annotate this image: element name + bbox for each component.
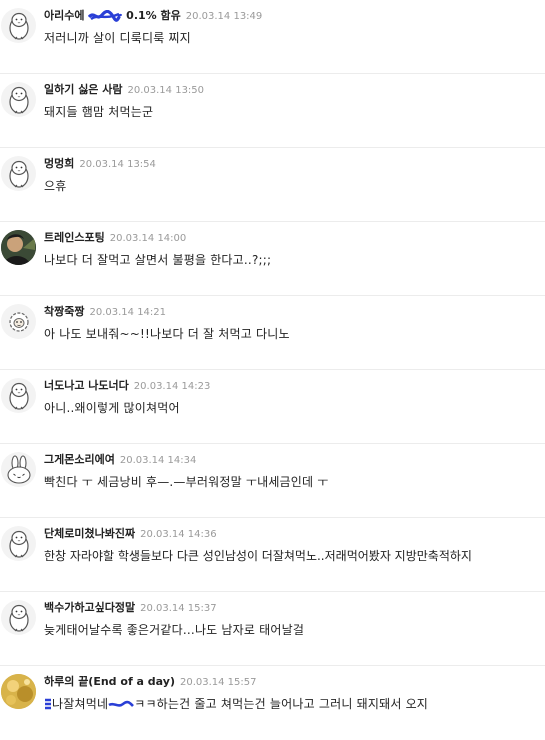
nickname[interactable]: 트레인스포팅 [44,231,105,244]
rabbit-icon[interactable] [1,452,36,487]
comment-text: 빡친다 ㅜ 세금낭비 후—.—부러워정말 ㅜ내세금인데 ㅜ [44,475,329,489]
comment-item: 그게몬소리에여 20.03.14 14:34 빡친다 ㅜ 세금낭비 후—.—부러워… [0,444,545,518]
comment-text: 늦게태어날수록 좋은거같다...나도 남자로 태어날걸 [44,623,305,637]
comment-meta: 착짱죽짱 20.03.14 14:21 [44,300,166,319]
photo-avatar[interactable] [1,230,36,265]
penguin-icon[interactable] [1,156,36,191]
timestamp: 20.03.14 15:37 [140,603,217,614]
comment-item: 백수가하고싶다정말 20.03.14 15:37 늦게태어날수록 좋은거같다...… [0,592,545,666]
comment-text: 저러니까 살이 디룩디룩 찌지 [44,31,191,45]
comment-meta: 하루의 끝(End of a day) 20.03.14 15:57 [44,670,257,689]
comment-item: 하루의 끝(End of a day) 20.03.14 15:57 나잘쳐먹네 ㅋ… [0,666,545,740]
timestamp: 20.03.14 13:50 [127,85,205,96]
comment-text: 아니..왜이렇게 많이쳐먹어 [44,401,180,415]
comment-text-part: ㅋㅋ하는건 줄고 쳐먹는건 늘어나고 그러니 돼지돼서 오지 [134,697,429,711]
nickname[interactable]: 하루의 끝(End of a day) [44,675,175,688]
timestamp: 20.03.14 15:57 [179,677,257,688]
sheep-icon[interactable] [1,304,36,339]
timestamp: 20.03.14 13:49 [185,11,263,22]
penguin-icon[interactable] [1,378,36,413]
scribble-redaction [88,10,123,22]
gold-photo-avatar[interactable] [1,674,36,709]
nickname[interactable]: 단체로미쳤나봐진짜 [44,527,135,540]
comment-meta: 그게몬소리에여 20.03.14 14:34 [44,448,196,467]
comment-meta: 아리수에 0.1% 함유 20.03.14 13:49 [44,4,262,23]
comment-item: 착짱죽짱 20.03.14 14:21 아 나도 보내줘~~!!나보다 더 잘 처… [0,296,545,370]
nickname[interactable]: 착짱죽짱 [44,305,84,318]
comment-item: 멍멍희 20.03.14 13:54 으휴 [0,148,545,222]
comment-text: 돼지들 햄맘 처먹는군 [44,105,154,119]
nickname[interactable]: 그게몬소리에여 [44,453,115,466]
comment-text: 으휴 [44,179,67,193]
penguin-icon[interactable] [1,600,36,635]
timestamp: 20.03.14 14:34 [119,455,197,466]
comment-item: 일하기 싫은 사람 20.03.14 13:50 돼지들 햄맘 처먹는군 [0,74,545,148]
comment-meta: 일하기 싫은 사람 20.03.14 13:50 [44,78,204,97]
comment-text: 한창 자라야할 학생들보다 다큰 성인남성이 더잘쳐먹노..저래먹어봤자 지방만… [44,549,472,563]
comment-list: 아리수에 0.1% 함유 20.03.14 13:49 저러니까 살이 디룩디룩 … [0,0,545,739]
penguin-icon[interactable] [1,82,36,117]
comment-meta: 너도나고 나도너다 20.03.14 14:23 [44,374,210,393]
penguin-icon[interactable] [1,8,36,43]
comment-item: 트레인스포팅 20.03.14 14:00 나보다 더 잘먹고 살면서 불평을 한… [0,222,545,296]
comment-item: 너도나고 나도너다 20.03.14 14:23 아니..왜이렇게 많이쳐먹어 [0,370,545,444]
comment-meta: 백수가하고싶다정말 20.03.14 15:37 [44,596,217,615]
comment-meta: 트레인스포팅 20.03.14 14:00 [44,226,186,245]
nickname[interactable]: 백수가하고싶다정말 [44,601,135,614]
nickname[interactable]: 너도나고 나도너다 [44,379,129,392]
nickname-part: 아리수에 [44,9,85,22]
timestamp: 20.03.14 14:36 [140,529,217,540]
nickname[interactable]: 멍멍희 [44,157,74,170]
scribble-redaction [45,698,51,710]
comment-text: 나보다 더 잘먹고 살면서 불평을 한다고..?;;; [44,253,272,267]
scribble-redaction [108,700,135,707]
comment-meta: 멍멍희 20.03.14 13:54 [44,152,156,171]
comment-item: 아리수에 0.1% 함유 20.03.14 13:49 저러니까 살이 디룩디룩 … [0,0,545,74]
comment-meta: 단체로미쳤나봐진짜 20.03.14 14:36 [44,522,217,541]
timestamp: 20.03.14 14:23 [133,381,211,392]
timestamp: 20.03.14 14:00 [109,233,187,244]
nickname[interactable]: 일하기 싫은 사람 [44,83,123,96]
nickname-part: 0.1% 함유 [126,9,181,22]
comment-text: 나잘쳐먹네 ㅋㅋ하는건 줄고 쳐먹는건 늘어나고 그러니 돼지돼서 오지 [44,695,428,712]
penguin-icon[interactable] [1,526,36,561]
comment-text-part: 나잘쳐먹네 [52,697,109,711]
nickname[interactable]: 아리수에 0.1% 함유 [44,9,181,22]
timestamp: 20.03.14 13:54 [79,159,156,170]
timestamp: 20.03.14 14:21 [89,307,167,318]
comment-text: 아 나도 보내줘~~!!나보다 더 잘 처먹고 다니노 [44,327,290,341]
comment-item: 단체로미쳤나봐진짜 20.03.14 14:36 한창 자라야할 학생들보다 다큰… [0,518,545,592]
